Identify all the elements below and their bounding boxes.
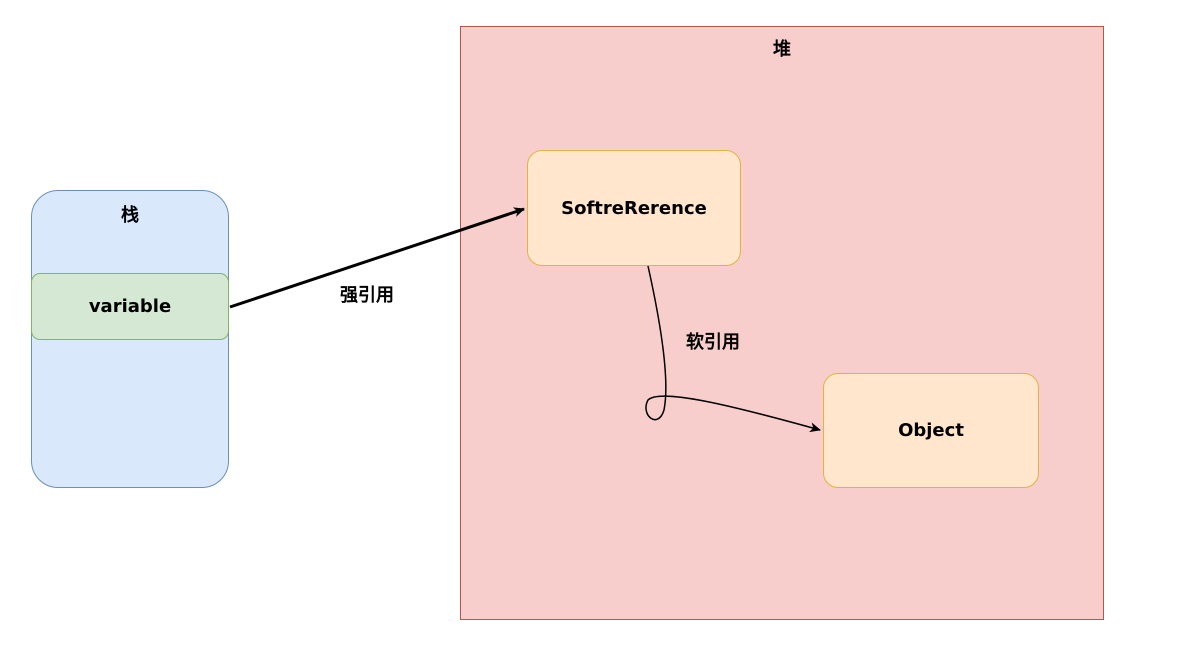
object-label: Object — [898, 420, 964, 441]
soft-reference-label: SoftreRerence — [561, 197, 707, 219]
stack-title: 栈 — [121, 205, 139, 226]
heap-title: 堆 — [773, 39, 791, 60]
heap-container: 堆 — [460, 26, 1104, 620]
soft-reference-edge-label: 软引用 — [686, 332, 740, 353]
object-node[interactable]: Object — [823, 373, 1039, 488]
variable-label: variable — [88, 296, 172, 317]
strong-reference-label: 强引用 — [340, 285, 394, 306]
soft-reference-node[interactable]: SoftreRerence — [527, 150, 741, 266]
variable-node[interactable]: variable — [31, 273, 229, 340]
